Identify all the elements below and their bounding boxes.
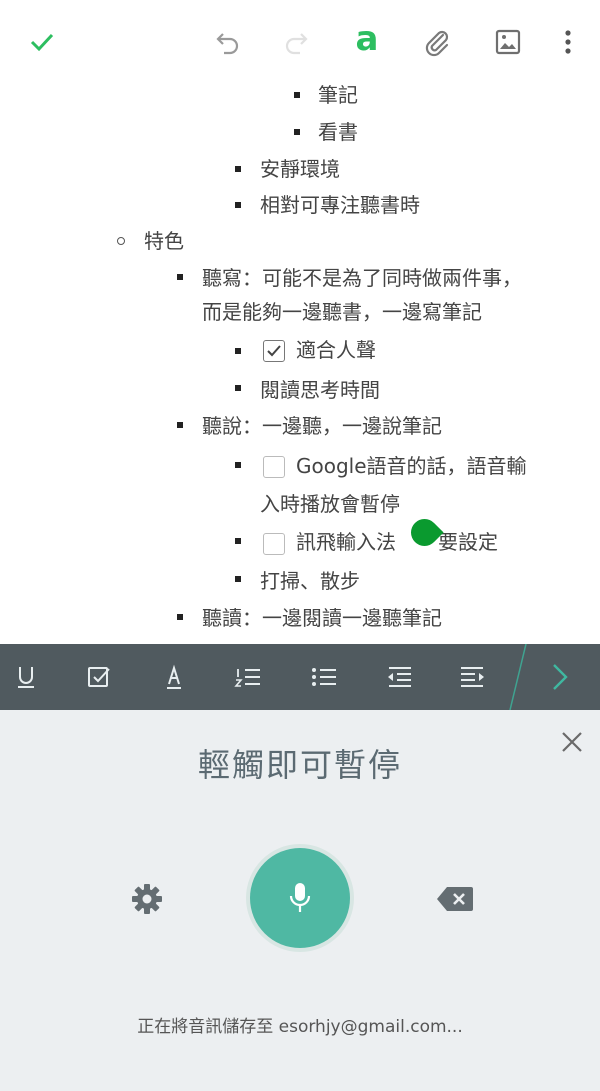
bullet-icon xyxy=(235,385,241,391)
bullet-icon xyxy=(235,202,241,208)
list-item: 特色 xyxy=(144,229,184,253)
gear-icon xyxy=(132,884,162,914)
undo-icon xyxy=(216,33,239,55)
bullet-icon xyxy=(235,538,241,544)
microphone-icon xyxy=(289,883,311,912)
list-item: 訊飛輸入法 xyxy=(296,530,396,554)
bullet-icon xyxy=(235,576,241,582)
backspace-icon xyxy=(437,887,473,911)
undo-button[interactable] xyxy=(206,20,250,64)
list-item-continuation: 而是能夠一邊聽書，一邊寫筆記 xyxy=(202,300,482,324)
list-item: 閱讀思考時間 xyxy=(260,378,380,402)
done-button[interactable] xyxy=(20,20,64,64)
more-options-button[interactable] xyxy=(546,20,590,64)
list-item: 打掃、散步 xyxy=(260,569,360,593)
checkbox-icon xyxy=(88,667,110,687)
indent-button[interactable] xyxy=(451,655,495,699)
format-button[interactable]: a xyxy=(345,20,389,64)
voice-backspace-button[interactable] xyxy=(430,876,480,922)
bullet-icon xyxy=(294,92,300,98)
bullet-icon xyxy=(235,166,241,172)
list-item-continuation: 要設定 xyxy=(438,530,498,554)
format-toolbar xyxy=(0,644,600,710)
mic-button[interactable] xyxy=(246,844,354,952)
chevron-right-icon xyxy=(553,664,568,690)
bulleted-list-icon xyxy=(312,668,336,686)
toolbar-divider xyxy=(509,644,527,710)
list-item: 聽讀：一邊閱讀一邊聽筆記 xyxy=(202,606,442,630)
paperclip-icon xyxy=(425,30,449,57)
bullet-icon xyxy=(177,614,183,620)
bullet-icon xyxy=(235,348,241,354)
indent-icon xyxy=(461,667,484,687)
check-icon xyxy=(30,33,54,52)
highlighter-icon xyxy=(167,664,181,689)
list-item: 相對可專注聽書時 xyxy=(260,193,420,217)
underline-icon xyxy=(18,667,34,688)
underline-button[interactable] xyxy=(4,655,48,699)
voice-input-panel: 輕觸即可暫停 正在將音訊儲存至 esorhjy@gmail.com... xyxy=(0,710,600,1091)
list-item: 筆記 xyxy=(318,83,358,107)
outdent-button[interactable] xyxy=(377,655,421,699)
redo-button[interactable] xyxy=(274,20,318,64)
checkbox-unchecked[interactable] xyxy=(263,456,285,478)
bullet-icon xyxy=(177,422,183,428)
attach-button[interactable] xyxy=(415,20,459,64)
voice-settings-button[interactable] xyxy=(124,876,170,922)
check-icon xyxy=(267,345,281,357)
insert-image-button[interactable] xyxy=(486,20,530,64)
bullet-icon xyxy=(294,129,300,135)
more-format-button[interactable] xyxy=(536,655,584,699)
bullet-circle-icon xyxy=(117,237,125,245)
list-item: 聽寫：可能不是為了同時做兩件事， xyxy=(202,266,522,290)
more-vert-icon xyxy=(565,30,571,54)
mic-button-core xyxy=(250,848,350,948)
numbered-list-button[interactable] xyxy=(226,655,270,699)
list-item-continuation: 入時播放會暫停 xyxy=(260,492,400,516)
voice-prompt: 輕觸即可暫停 xyxy=(197,746,402,784)
checkbox-checked[interactable] xyxy=(263,340,285,362)
redo-icon xyxy=(285,33,308,55)
list-item: 適合人聲 xyxy=(296,338,376,362)
voice-status-text: 正在將音訊儲存至 esorhjy@gmail.com... xyxy=(137,1017,463,1037)
image-icon xyxy=(495,29,521,55)
note-editor[interactable]: 筆記 看書 安靜環境 相對可專注聽書時 特色 聽寫：可能不是為了同時做兩件事， … xyxy=(0,76,600,644)
checkbox-unchecked[interactable] xyxy=(263,533,285,555)
bulleted-list-button[interactable] xyxy=(302,655,346,699)
format-a-icon: a xyxy=(355,19,379,59)
outdent-icon xyxy=(388,667,411,687)
note-toolbar: a xyxy=(0,0,600,84)
checkbox-button[interactable] xyxy=(77,655,121,699)
numbered-list-icon xyxy=(234,669,260,687)
list-item: Google語音的話，語音輸 xyxy=(296,454,527,478)
bullet-icon xyxy=(235,462,241,468)
highlight-button[interactable] xyxy=(152,655,196,699)
list-item: 看書 xyxy=(318,120,358,144)
list-item: 聽說：一邊聽，一邊說筆記 xyxy=(202,414,442,438)
bullet-icon xyxy=(177,274,183,280)
list-item: 安靜環境 xyxy=(260,157,340,181)
